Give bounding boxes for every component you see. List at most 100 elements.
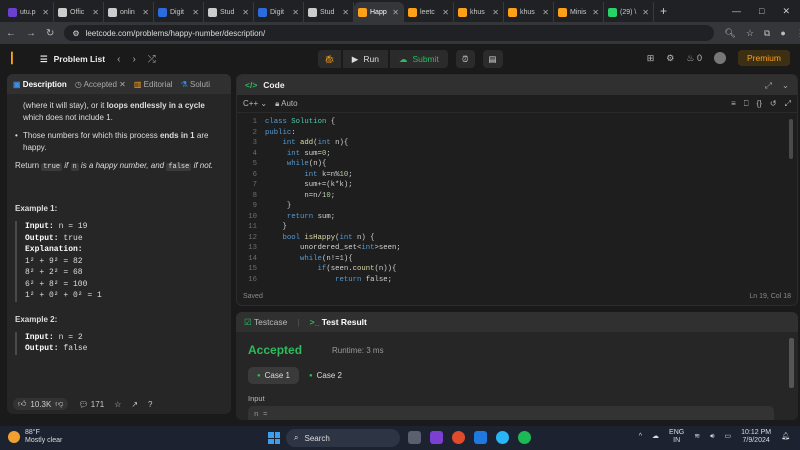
editor-scrollbar[interactable] xyxy=(789,119,793,159)
layout-icon[interactable]: ⊞ xyxy=(647,53,655,64)
browser-tab[interactable]: utu.p ✕ xyxy=(4,2,54,22)
auto-mode[interactable]: 🔒︎ Auto xyxy=(275,99,298,109)
url-input[interactable]: ⚙ leetcode.com/problems/happy-number/des… xyxy=(64,25,715,41)
browser-tab[interactable]: Offic ✕ xyxy=(54,2,104,22)
tab-testcase[interactable]: ☑ Testcase xyxy=(244,317,287,328)
zoom-icon[interactable]: 🔍︎ xyxy=(724,28,735,39)
share-icon[interactable]: ↗ xyxy=(131,400,138,409)
tab-solutions[interactable]: ⚗ Soluti xyxy=(181,80,210,89)
bookmark-icon[interactable]: ⎕ xyxy=(744,99,749,109)
comments-button[interactable]: 💬︎ 171 xyxy=(78,400,104,409)
streak-counter[interactable]: ♨ 0 xyxy=(686,53,702,64)
close-tab-icon[interactable]: ✕ xyxy=(192,8,199,17)
debug-button[interactable]: 🐞︎ xyxy=(318,50,341,68)
taskbar-search[interactable]: ⌕ Search xyxy=(286,429,400,447)
help-icon[interactable]: ? xyxy=(148,400,152,409)
code-line[interactable]: 14 while(n!=1){ xyxy=(237,254,797,265)
task-view-icon[interactable] xyxy=(408,431,421,444)
browser-tab[interactable]: Digit ✕ xyxy=(154,2,204,22)
clock[interactable]: 10:12 PM 7/9/2024 xyxy=(741,429,771,445)
browser-tab[interactable]: Minis ✕ xyxy=(554,2,604,22)
code-line[interactable]: 16 return false; xyxy=(237,275,797,286)
teams-icon[interactable] xyxy=(430,431,443,444)
tab-editorial[interactable]: ▥ Editorial xyxy=(134,80,173,89)
reload-icon[interactable]: ↻ xyxy=(46,28,54,39)
bookmark-star-icon[interactable]: ☆ xyxy=(746,28,754,39)
format-icon[interactable]: ≡ xyxy=(731,99,736,109)
shuffle-icon[interactable]: ⤮ xyxy=(148,54,156,65)
close-tab-icon[interactable]: ✕ xyxy=(542,8,549,17)
code-line[interactable]: 8 n=n/10; xyxy=(237,191,797,202)
close-tab-icon[interactable]: ✕ xyxy=(442,8,449,17)
avatar[interactable] xyxy=(713,52,726,64)
prev-problem-icon[interactable]: ‹ xyxy=(117,54,120,65)
close-tab-icon[interactable]: ✕ xyxy=(392,8,399,17)
forward-icon[interactable]: → xyxy=(26,28,36,39)
extensions-icon[interactable]: ⧉ xyxy=(764,28,770,39)
tab-accepted[interactable]: ◷ Accepted ✕ xyxy=(75,80,126,89)
code-line[interactable]: 9 } xyxy=(237,201,797,212)
notification-bell-icon[interactable]: 🔔︎ xyxy=(781,433,790,441)
code-line[interactable]: 2 public: xyxy=(237,128,797,139)
close-tab-icon[interactable]: ✕ xyxy=(292,8,299,17)
wifi-icon[interactable]: ≋ xyxy=(694,433,700,441)
close-icon[interactable]: ✕ xyxy=(119,80,126,89)
code-line[interactable]: 1 class Solution { xyxy=(237,117,797,128)
close-window-icon[interactable]: ✕ xyxy=(782,6,790,17)
cloud-icon[interactable]: ☁ xyxy=(652,433,659,441)
weather-widget[interactable]: 88°F Mostly clear xyxy=(8,429,62,445)
close-tab-icon[interactable]: ✕ xyxy=(242,8,249,17)
code-line[interactable]: 6 int k=n%10; xyxy=(237,170,797,181)
close-tab-icon[interactable]: ✕ xyxy=(492,8,499,17)
tab-description[interactable]: ▣ Description xyxy=(13,80,67,89)
chrome-icon[interactable] xyxy=(452,431,465,444)
result-scrollbar[interactable] xyxy=(789,338,794,388)
close-tab-icon[interactable]: ✕ xyxy=(92,8,99,17)
browser-tab[interactable]: onlin ✕ xyxy=(104,2,154,22)
code-line[interactable]: 7 sum+=(k*k); xyxy=(237,180,797,191)
code-editor[interactable]: 1 class Solution {2 public: 3 int add(int n… xyxy=(237,117,797,285)
edge-icon[interactable] xyxy=(496,431,509,444)
problem-list-button[interactable]: ☰ Problem List xyxy=(40,54,105,65)
reset-icon[interactable]: ↺ xyxy=(770,99,777,109)
close-tab-icon[interactable]: ✕ xyxy=(642,8,649,17)
volume-icon[interactable]: 🔊︎ xyxy=(710,433,714,441)
browser-menu-icon[interactable]: ⋮ xyxy=(796,28,800,39)
code-line[interactable]: 15 if(seen.count(n)){ xyxy=(237,264,797,275)
battery-icon[interactable]: ▭ xyxy=(725,433,732,441)
back-icon[interactable]: ← xyxy=(6,28,16,39)
next-problem-icon[interactable]: › xyxy=(132,54,135,65)
fullscreen-icon[interactable]: ⤢ xyxy=(785,99,791,109)
maximize-window-icon[interactable]: □ xyxy=(759,6,764,17)
settings-gear-icon[interactable]: ⚙ xyxy=(666,53,674,64)
mail-icon[interactable] xyxy=(474,431,487,444)
maximize-icon[interactable]: ⤢ xyxy=(765,80,772,91)
notes-button[interactable]: ▤ xyxy=(482,50,503,68)
code-line[interactable]: 4 int sum=0; xyxy=(237,149,797,160)
premium-button[interactable]: Premium xyxy=(737,50,790,66)
new-tab-icon[interactable]: + xyxy=(660,4,667,18)
browser-tab[interactable]: Stud ✕ xyxy=(204,2,254,22)
browser-tab[interactable]: khus ✕ xyxy=(454,2,504,22)
profile-icon[interactable]: ● xyxy=(780,28,785,39)
site-info-icon[interactable]: ⚙ xyxy=(72,29,79,38)
browser-tab[interactable]: (29) \ ✕ xyxy=(604,2,654,22)
minimize-icon[interactable]: — xyxy=(732,6,741,17)
windows-start-icon[interactable] xyxy=(268,432,280,444)
browser-tab[interactable]: khus ✕ xyxy=(504,2,554,22)
browser-tab[interactable]: Digit ✕ xyxy=(254,2,304,22)
browser-tab[interactable]: Happ ✕ xyxy=(354,2,404,22)
browser-tab[interactable]: leetc ✕ xyxy=(404,2,454,22)
language-indicator[interactable]: ENG IN xyxy=(669,429,684,445)
close-tab-icon[interactable]: ✕ xyxy=(342,8,349,17)
close-tab-icon[interactable]: ✕ xyxy=(142,8,149,17)
close-tab-icon[interactable]: ✕ xyxy=(592,8,599,17)
leetcode-logo[interactable]: ꟾ xyxy=(10,52,24,67)
run-button[interactable]: ▶ Run xyxy=(342,50,388,68)
close-tab-icon[interactable]: ✕ xyxy=(42,8,49,17)
browser-tab[interactable]: Stud ✕ xyxy=(304,2,354,22)
code-line[interactable]: 13 unordered_set<int>seen; xyxy=(237,243,797,254)
collapse-icon[interactable]: ⌄ xyxy=(782,80,789,91)
like-button[interactable]: 👍︎ 10.3K 👎︎ xyxy=(13,398,69,410)
thumbs-down-icon[interactable]: 👎︎ xyxy=(55,399,63,409)
